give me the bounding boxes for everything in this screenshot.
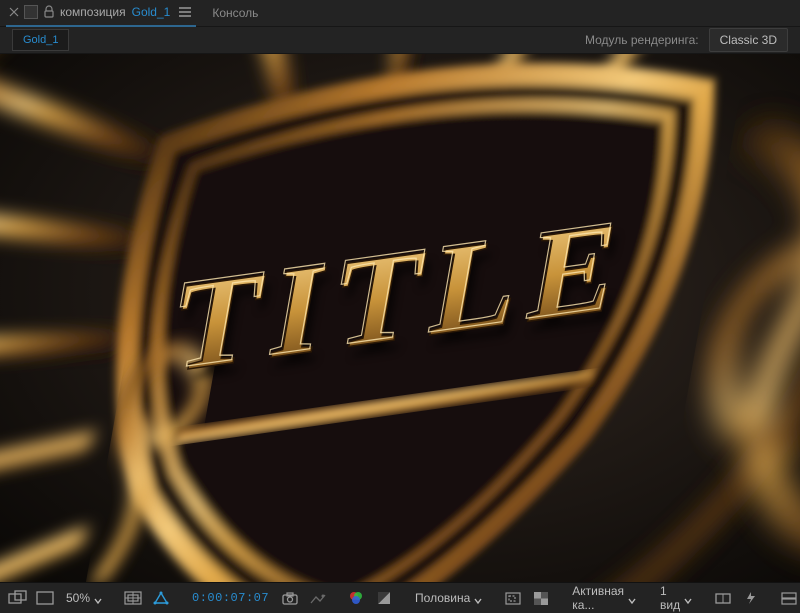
timecode-value: 0:00:07:07: [192, 591, 269, 605]
chevron-down-icon: [628, 594, 636, 602]
tab-console-label: Консоль: [212, 6, 258, 20]
camera-dropdown[interactable]: Активная ка...: [568, 584, 640, 612]
composition-subheader: Gold_1 Модуль рендеринга: Classic 3D: [0, 27, 800, 54]
safe-zones-icon[interactable]: [122, 587, 144, 609]
timecode-display[interactable]: 0:00:07:07: [188, 591, 273, 605]
chevron-down-icon: [474, 594, 482, 602]
renderer-dropdown[interactable]: Classic 3D: [709, 28, 788, 52]
zoom-dropdown[interactable]: 50%: [62, 591, 106, 605]
composition-panel: композиция Gold_1 Консоль Gold_1 Модуль …: [0, 0, 800, 613]
transparency-grid-icon[interactable]: [34, 587, 56, 609]
tab-composition-name: Gold_1: [132, 5, 171, 19]
panel-tab-bar: композиция Gold_1 Консоль: [0, 0, 800, 27]
composition-breadcrumb[interactable]: Gold_1: [12, 29, 69, 51]
pixel-aspect-icon[interactable]: [712, 587, 734, 609]
zoom-value: 50%: [66, 591, 90, 605]
camera-value: Активная ка...: [572, 584, 624, 612]
fast-preview-icon[interactable]: [740, 587, 762, 609]
views-dropdown[interactable]: 1 вид: [656, 584, 696, 612]
tab-composition-label: композиция: [60, 5, 126, 19]
transparency-toggle-icon[interactable]: [530, 587, 552, 609]
timeline-icon[interactable]: [778, 587, 800, 609]
renderer-label: Модуль рендеринга:: [585, 33, 699, 47]
composition-swatch-icon: [24, 5, 38, 19]
composition-breadcrumb-label: Gold_1: [23, 34, 58, 46]
resolution-dropdown[interactable]: Половина: [411, 591, 486, 605]
chevron-down-icon: [94, 594, 102, 602]
views-value: 1 вид: [660, 584, 680, 612]
snapshot-icon[interactable]: [279, 587, 301, 609]
renderer-area: Модуль рендеринга: Classic 3D: [585, 28, 788, 52]
show-snapshot-icon[interactable]: [307, 587, 329, 609]
mask-visibility-icon[interactable]: [150, 587, 172, 609]
composition-viewport[interactable]: TITLE TITLE TITLE: [0, 54, 800, 582]
region-of-interest-icon[interactable]: [502, 587, 524, 609]
tab-close-icon[interactable]: [10, 8, 18, 16]
tab-console[interactable]: Консоль: [204, 6, 266, 20]
lock-icon[interactable]: [44, 6, 54, 18]
panel-menu-icon[interactable]: [178, 6, 192, 18]
always-preview-icon[interactable]: [6, 587, 28, 609]
render-preview: TITLE TITLE TITLE: [0, 54, 800, 582]
chevron-down-icon: [684, 594, 692, 602]
viewer-status-bar: 50% 0:00:07:07: [0, 582, 800, 613]
channel-icon[interactable]: [345, 587, 367, 609]
renderer-value: Classic 3D: [720, 33, 777, 47]
resolution-value: Половина: [415, 591, 470, 605]
exposure-icon[interactable]: [373, 587, 395, 609]
tab-composition[interactable]: композиция Gold_1: [6, 0, 196, 27]
